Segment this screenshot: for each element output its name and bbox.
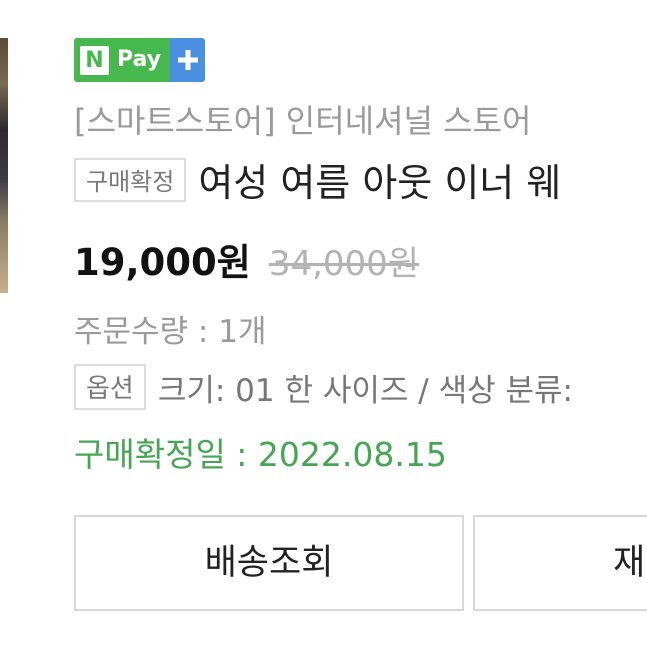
naver-pay-label: Pay [117, 47, 162, 72]
plus-icon [170, 38, 206, 82]
second-action-button[interactable]: 재 [473, 515, 647, 611]
price-row: 19,000원 34,000원 [74, 232, 419, 286]
status-badge: 구매확정 [74, 157, 187, 202]
track-delivery-button[interactable]: 배송조회 [74, 515, 464, 611]
order-item-card: N Pay [스마트스토어] 인터네셔널 스토어 구매확정 여성 여름 아웃 이… [0, 0, 647, 647]
store-name[interactable]: [스마트스토어] 인터네셔널 스토어 [74, 96, 531, 142]
sale-price: 19,000원 [74, 241, 251, 284]
order-quantity: 주문수량 : 1개 [74, 314, 267, 350]
option-badge: 옵션 [74, 364, 146, 410]
naver-pay-logo: N Pay [74, 38, 171, 82]
original-price: 34,000원 [268, 244, 420, 284]
product-title[interactable]: 여성 여름 아웃 이너 웨 [198, 152, 561, 207]
product-thumbnail[interactable] [0, 38, 8, 293]
naver-pay-badge: N Pay [74, 38, 206, 82]
purchase-confirm-date: 구매확정일 : 2022.08.15 [74, 435, 447, 474]
option-row: 옵션 크기: 01 한 사이즈 / 색상 분류: [74, 364, 573, 410]
product-title-row: 구매확정 여성 여름 아웃 이너 웨 [74, 152, 561, 207]
naver-n-icon: N [80, 45, 109, 75]
option-text: 크기: 01 한 사이즈 / 색상 분류: [157, 372, 573, 409]
